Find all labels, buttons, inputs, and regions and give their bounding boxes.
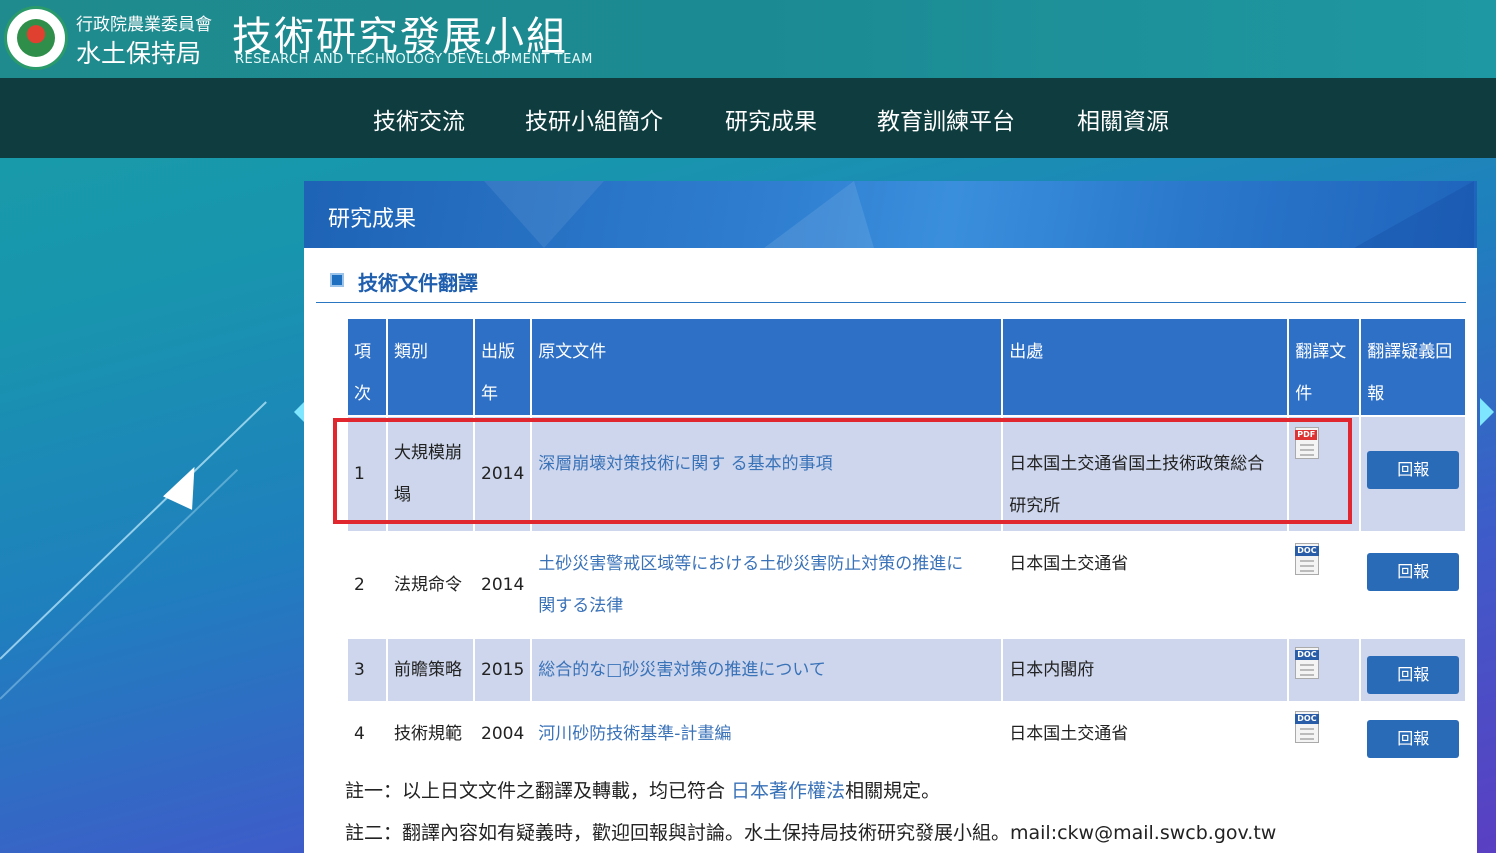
table-row: 2 法規命令 2014 土砂災害警戒区域等における土砂災害防止対策の推進に 関する… (348, 533, 1466, 637)
doc-file-icon[interactable]: DOC (1295, 543, 1320, 575)
col-header-feedback: 翻譯疑義回報 (1361, 319, 1466, 415)
note-1: 註一：以上日文文件之翻譯及轉載，均已符合 日本著作權法相關規定。 (345, 780, 941, 802)
team-subtitle: RESEARCH AND TECHNOLOGY DEVELOPMENT TEAM (235, 52, 593, 67)
report-button[interactable]: 回報 (1367, 451, 1460, 489)
nav-item-research-results[interactable]: 研究成果 (725, 102, 817, 136)
copyright-law-link[interactable]: 日本著作權法 (731, 780, 845, 802)
table-row: 4 技術規範 2004 河川砂防技術基準-計畫編 日本国土交通省 DOC 回報 (348, 703, 1466, 765)
translation-docs-table: 項次 類別 出版年 原文文件 出處 翻譯文件 翻譯疑義回報 1 大規模崩塌 20… (346, 317, 1467, 767)
table-row: 3 前瞻策略 2015 総合的な□砂災害対策の推進について 日本内閣府 DOC … (348, 639, 1466, 701)
row-translation-cell: DOC (1289, 703, 1360, 765)
row-category: 前瞻策略 (388, 639, 473, 701)
report-button[interactable]: 回報 (1367, 656, 1460, 694)
site-header: 行政院農業委員會 水土保持局 技術研究發展小組 RESEARCH AND TEC… (0, 0, 1496, 78)
row-year: 2014 (475, 533, 531, 637)
org-name-line1: 行政院農業委員會 (76, 15, 212, 35)
col-header-translation: 翻譯文件 (1289, 319, 1360, 415)
row-feedback-cell: 回報 (1361, 639, 1466, 701)
section-bullet-icon (330, 273, 344, 287)
section-header: 技術文件翻譯 (316, 265, 1466, 303)
row-source: 日本国土交通省 (1003, 703, 1288, 765)
background-decoration (0, 158, 300, 853)
section-title: 技術文件翻譯 (358, 271, 478, 295)
doc-file-icon[interactable]: DOC (1295, 647, 1320, 679)
col-header-year: 出版年 (475, 319, 531, 415)
row-feedback-cell: 回報 (1361, 703, 1466, 765)
org-name-line2: 水土保持局 (76, 39, 202, 68)
row-year: 2004 (475, 703, 531, 765)
row-feedback-cell: 回報 (1361, 533, 1466, 637)
row-original-cell: 土砂災害警戒区域等における土砂災害防止対策の推進に 関する法律 (532, 533, 1002, 637)
col-header-source: 出處 (1003, 319, 1288, 415)
nav-item-team-intro[interactable]: 技研小組簡介 (525, 102, 663, 136)
row-category: 法規命令 (388, 533, 473, 637)
doc-file-icon[interactable]: DOC (1295, 711, 1320, 743)
row-source: 日本内閣府 (1003, 639, 1288, 701)
row-original-cell: 総合的な□砂災害対策の推進について (532, 639, 1002, 701)
nav-item-related-resources[interactable]: 相關資源 (1077, 102, 1169, 136)
original-doc-link[interactable]: 土砂災害警戒区域等における土砂災害防止対策の推進に 関する法律 (538, 554, 963, 616)
row-source: 日本国土交通省 (1003, 533, 1288, 637)
original-doc-link[interactable]: 総合的な□砂災害対策の推進について (538, 660, 826, 680)
note-2: 註二：翻譯內容如有疑義時，歡迎回報與討論。水土保持局技術研究發展小組。mail:… (345, 822, 1277, 844)
report-button[interactable]: 回報 (1367, 553, 1460, 591)
agency-seal-logo[interactable] (4, 6, 68, 70)
report-button[interactable]: 回報 (1367, 720, 1460, 758)
row-index: 3 (348, 639, 386, 701)
row-translation-cell: DOC (1289, 533, 1360, 637)
original-doc-link[interactable]: 河川砂防技術基準-計畫編 (538, 724, 731, 744)
col-header-category: 類別 (388, 319, 473, 415)
nav-item-training-platform[interactable]: 教育訓練平台 (877, 102, 1015, 136)
row-translation-cell: DOC (1289, 639, 1360, 701)
row-index: 4 (348, 703, 386, 765)
row-category: 技術規範 (388, 703, 473, 765)
nav-item-tech-exchange[interactable]: 技術交流 (373, 102, 465, 136)
col-header-original: 原文文件 (532, 319, 1002, 415)
row-feedback-cell: 回報 (1361, 417, 1466, 531)
slide-left-arrow-icon[interactable] (294, 402, 304, 422)
row-index: 2 (348, 533, 386, 637)
row-year: 2015 (475, 639, 531, 701)
panel-header: 研究成果 (304, 181, 1477, 248)
highlight-annotation-box (333, 418, 1352, 524)
row-original-cell: 河川砂防技術基準-計畫編 (532, 703, 1002, 765)
panel-title: 研究成果 (328, 207, 417, 232)
col-header-index: 項次 (348, 319, 386, 415)
main-nav: 技術交流 技研小組簡介 研究成果 教育訓練平台 相關資源 (0, 78, 1496, 158)
slide-right-arrow-icon[interactable] (1480, 398, 1494, 426)
